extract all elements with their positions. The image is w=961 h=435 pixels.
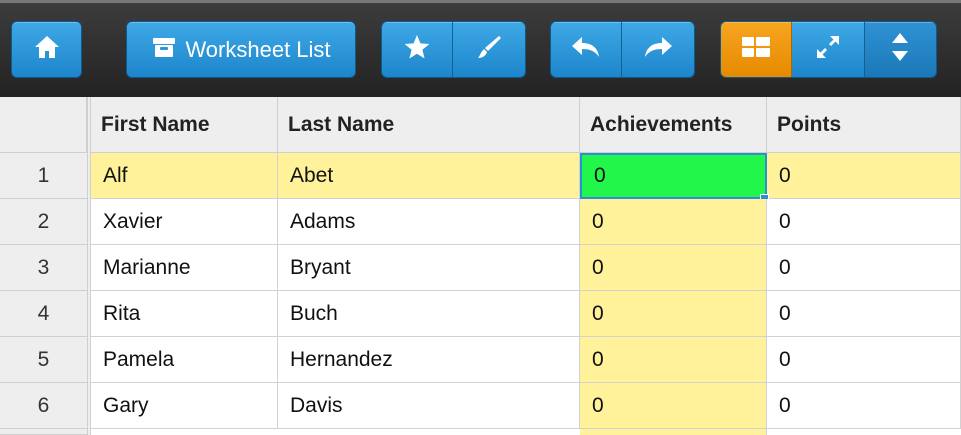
column-header-last-name[interactable]: Last Name — [278, 97, 580, 153]
history-group — [550, 21, 695, 78]
row-number[interactable]: 2 — [0, 199, 87, 245]
column-header-points[interactable]: Points — [767, 97, 961, 153]
star-icon — [403, 33, 431, 66]
row-number-partial — [0, 429, 87, 435]
header-label: First Name — [101, 112, 210, 136]
cell-last-name[interactable]: Davis — [278, 383, 580, 429]
redo-icon — [642, 34, 674, 65]
row-number[interactable]: 3 — [0, 245, 87, 291]
cell-last-name[interactable]: Buch — [278, 291, 580, 337]
cell-achievements-partial — [580, 429, 767, 435]
corner-header — [0, 97, 87, 153]
cell-first-name[interactable]: Xavier — [91, 199, 278, 245]
undo-button[interactable] — [551, 22, 623, 77]
cell-achievements[interactable]: 0 — [580, 337, 767, 383]
grid-view-icon — [741, 36, 771, 63]
sort-button[interactable] — [864, 22, 936, 77]
cell-points[interactable]: 0 — [767, 383, 961, 429]
home-icon — [33, 34, 61, 65]
cell-first-name[interactable]: Pamela — [91, 337, 278, 383]
column-header-first-name[interactable]: First Name — [91, 97, 278, 153]
cell-first-name[interactable]: Gary — [91, 383, 278, 429]
redo-button[interactable] — [622, 22, 694, 77]
toolbar: Worksheet List — [0, 0, 961, 97]
view-group — [720, 21, 937, 78]
grid-view-button[interactable] — [721, 22, 793, 77]
row-number[interactable]: 6 — [0, 383, 87, 429]
cell-first-name[interactable]: Alf — [91, 153, 278, 199]
format-brush-button[interactable] — [453, 22, 525, 77]
cell-points[interactable]: 0 — [767, 245, 961, 291]
undo-icon — [570, 34, 602, 65]
brush-icon — [475, 33, 503, 66]
favorite-button[interactable] — [382, 22, 454, 77]
cell-points[interactable]: 0 — [767, 291, 961, 337]
header-label: Achievements — [590, 112, 733, 136]
cell-points[interactable]: 0 — [767, 199, 961, 245]
worksheet-grid: First Name Last Name Achievements Points… — [0, 97, 961, 435]
worksheet-list-button[interactable]: Worksheet List — [126, 21, 356, 78]
cell-achievements[interactable]: 0 — [580, 245, 767, 291]
cell-achievements[interactable]: 0 — [580, 383, 767, 429]
cell-last-name[interactable]: Adams — [278, 199, 580, 245]
archive-box-icon — [151, 35, 177, 64]
sort-updown-icon — [889, 31, 911, 68]
cell-last-name[interactable]: Hernandez — [278, 337, 580, 383]
cell-first-name[interactable]: Rita — [91, 291, 278, 337]
row-number[interactable]: 4 — [0, 291, 87, 337]
expand-button[interactable] — [792, 22, 865, 77]
cell-achievements[interactable]: 0 — [580, 291, 767, 337]
cell-last-name[interactable]: Bryant — [278, 245, 580, 291]
cell-points[interactable]: 0 — [767, 337, 961, 383]
expand-icon — [815, 34, 841, 65]
edit-tools-group — [381, 21, 526, 78]
cell-achievements-selected[interactable]: 0 — [580, 153, 767, 199]
header-label: Last Name — [288, 112, 395, 136]
column-header-achievements[interactable]: Achievements — [580, 97, 767, 153]
row-number[interactable]: 5 — [0, 337, 87, 383]
worksheet-list-label: Worksheet List — [185, 36, 331, 62]
home-button[interactable] — [11, 21, 82, 78]
cell-achievements[interactable]: 0 — [580, 199, 767, 245]
cell-last-name[interactable]: Abet — [278, 153, 580, 199]
header-label: Points — [777, 112, 842, 136]
row-number[interactable]: 1 — [0, 153, 87, 199]
cell-points[interactable]: 0 — [767, 153, 961, 199]
cell-first-name[interactable]: Marianne — [91, 245, 278, 291]
